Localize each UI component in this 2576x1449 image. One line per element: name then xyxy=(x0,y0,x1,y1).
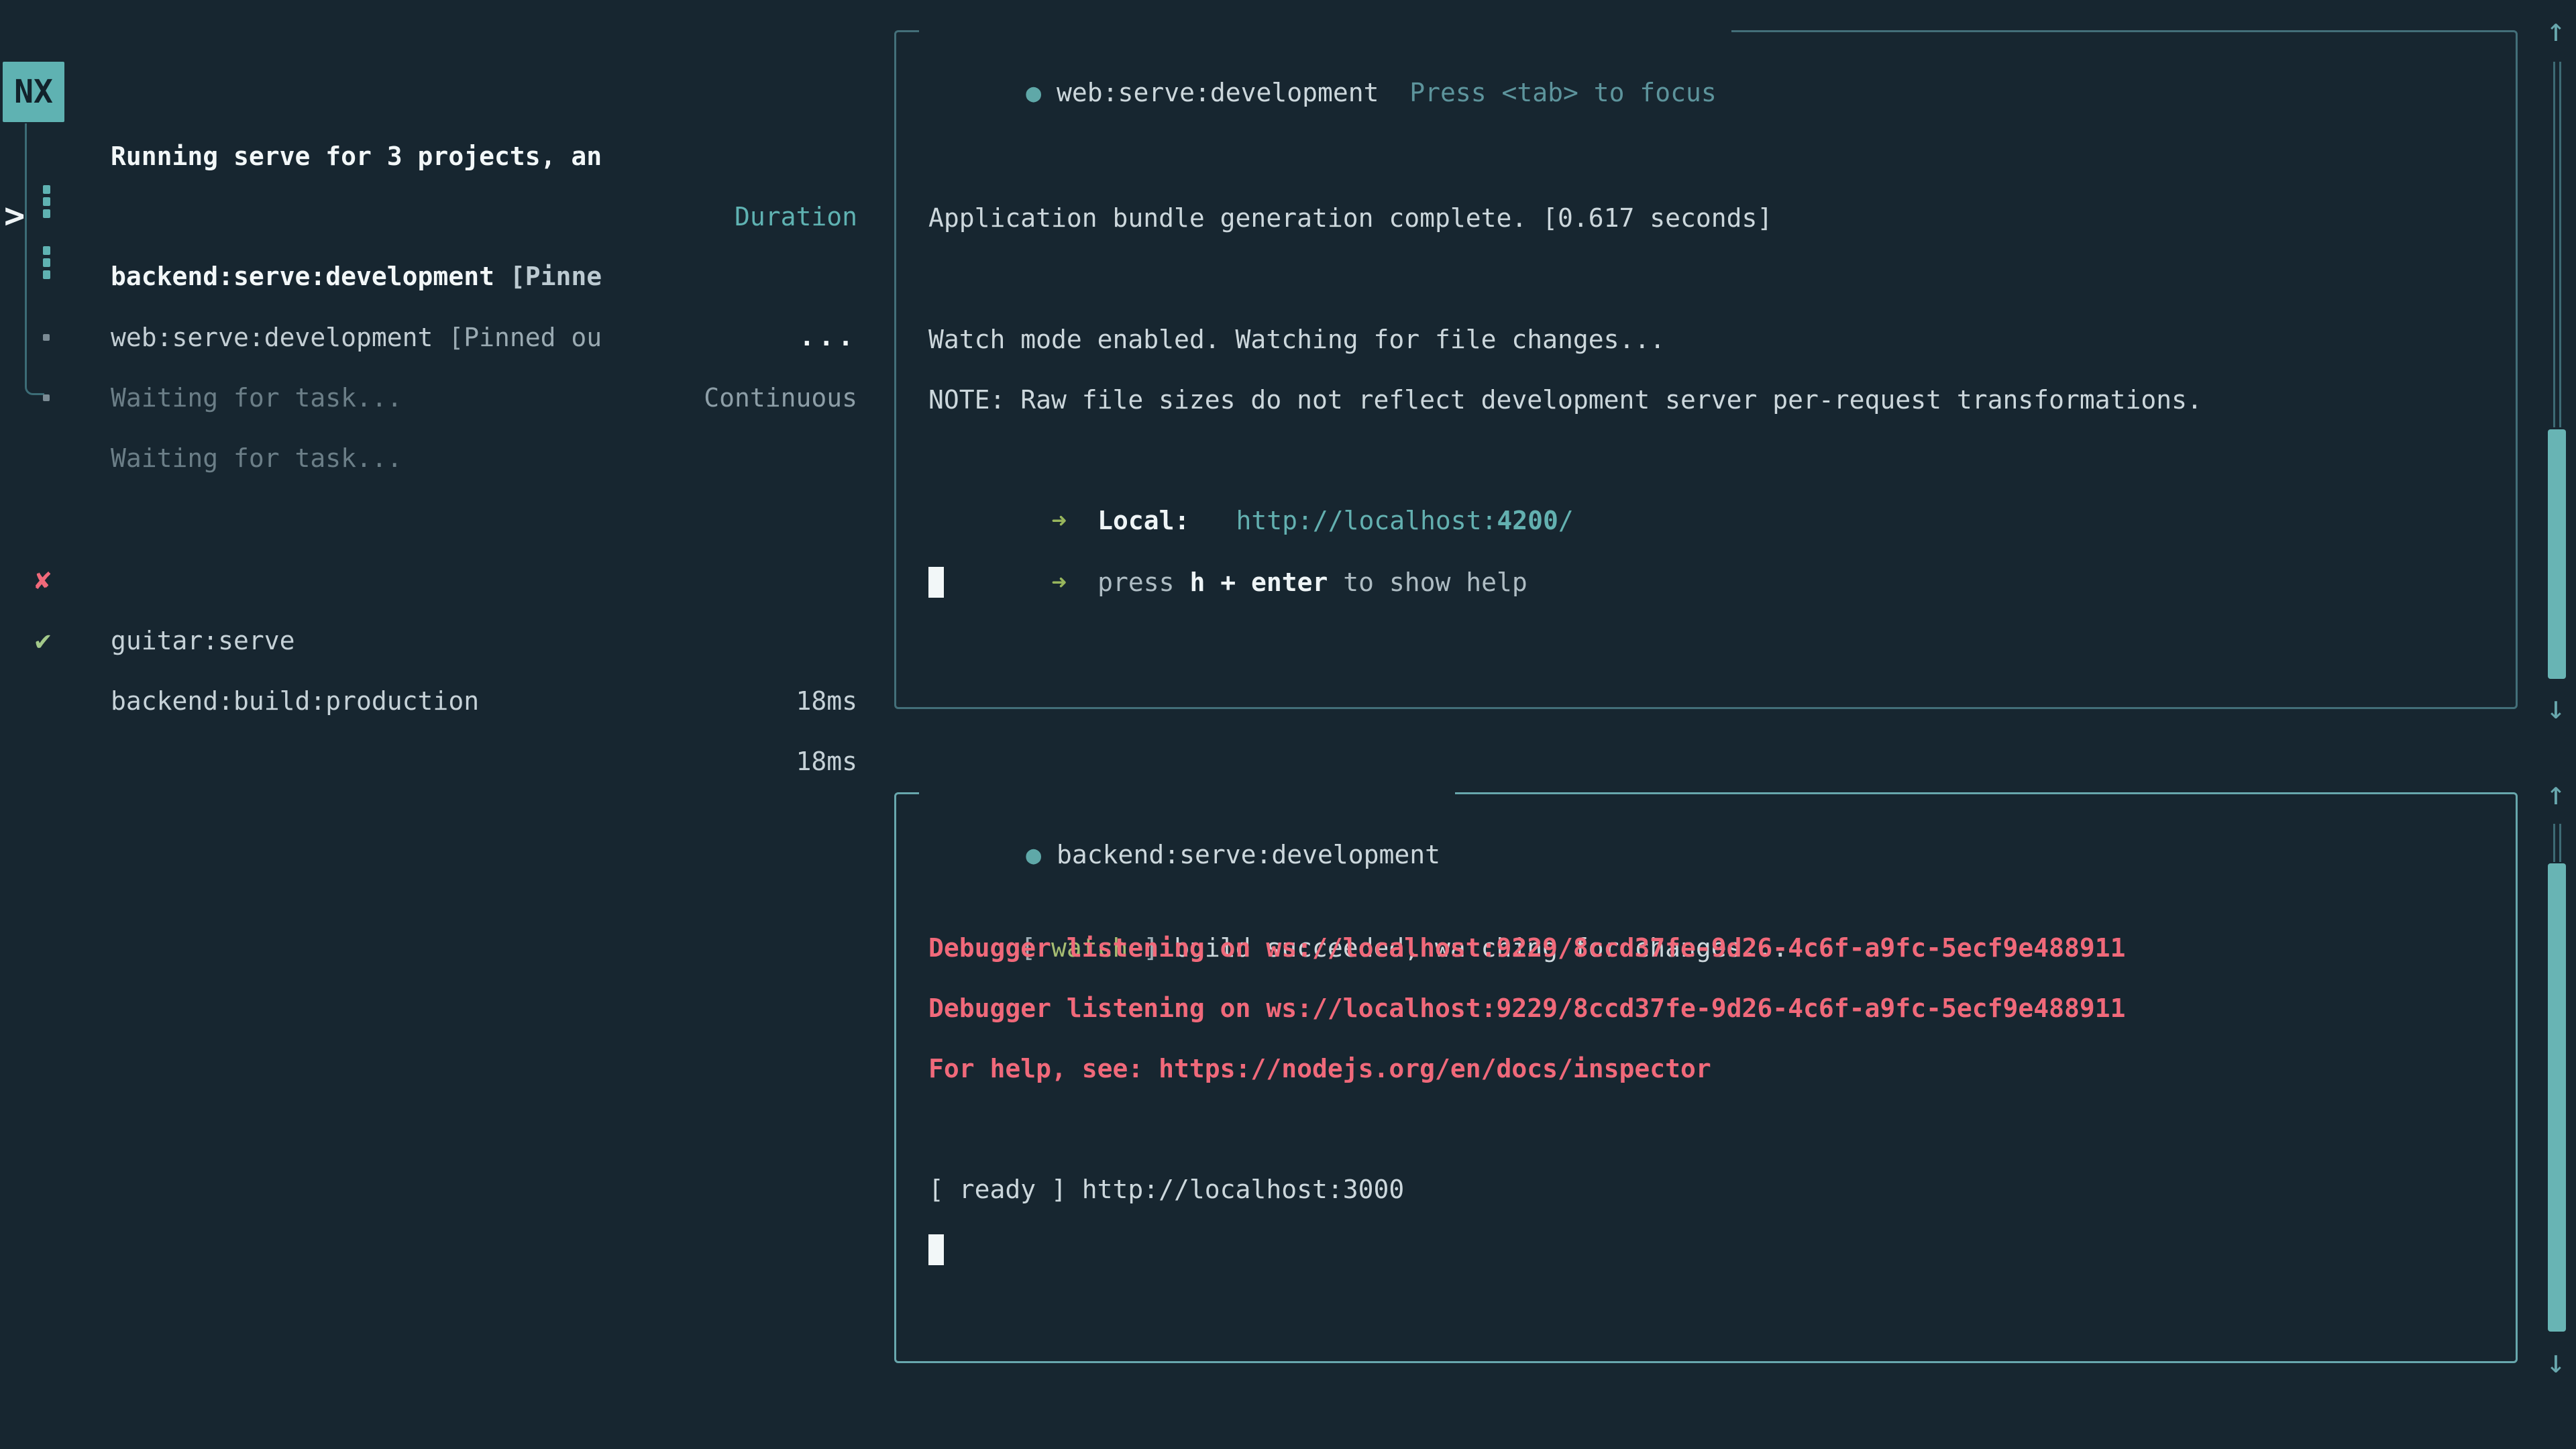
success-check-icon: ✔ xyxy=(35,610,51,671)
log-line-debugger: Debugger listening on ws://localhost:922… xyxy=(928,978,2505,1038)
log-line-help-hint: ➜press h + enter to show help xyxy=(928,492,2505,552)
log-line-ready-url[interactable]: [ ready ] http://localhost:3000 xyxy=(928,1159,2505,1220)
log-line: Watch mode enabled. Watching for file ch… xyxy=(928,309,2505,370)
scroll-up-arrow[interactable]: ↑ xyxy=(2540,0,2572,60)
log-line-watch: [ watch ] build succeeded, watching for … xyxy=(928,857,2505,918)
help-keys: h + enter xyxy=(1189,568,1328,597)
scroll-down-arrow[interactable]: ↓ xyxy=(2540,678,2572,738)
log-line-local-url: ➜Local:http://localhost:4200/ xyxy=(928,430,2505,490)
terminal-cursor xyxy=(928,1234,944,1265)
task-row-waiting[interactable]: Waiting for task... xyxy=(0,368,894,428)
log-line: NOTE: Raw file sizes do not reflect deve… xyxy=(928,370,2505,430)
help-post: to show help xyxy=(1328,568,1527,597)
arrow-icon: ➜ xyxy=(1051,568,1067,597)
pane-header: ● backend:serve:development xyxy=(919,764,1455,824)
scroll-down-arrow[interactable]: ↓ xyxy=(2540,1332,2572,1392)
log-line: Application bundle generation complete. … xyxy=(928,188,2505,248)
task-row-guitar-serve[interactable]: ✘ guitar:serve 18ms xyxy=(0,490,894,550)
log-line-inspector-help: For help, see: https://nodejs.org/en/doc… xyxy=(928,1038,2505,1099)
log-line-debugger: Debugger listening on ws://localhost:922… xyxy=(928,918,2505,978)
task-name: backend:build:production xyxy=(111,671,479,731)
help-pre: press xyxy=(1097,568,1189,597)
task-row-web-serve[interactable]: web:serve:development [Pinned ou Continu… xyxy=(0,247,894,307)
task-name: guitar:serve xyxy=(111,610,295,671)
task-duration: 18ms xyxy=(796,731,857,792)
pane-title: web:serve:development xyxy=(1041,78,1379,107)
task-list-header: Running serve for 3 projects, an Duratio… xyxy=(0,66,894,126)
task-row-waiting[interactable]: Waiting for task... xyxy=(0,307,894,368)
output-pane-backend-serve[interactable]: ● backend:serve:development [ watch ] bu… xyxy=(894,792,2518,1363)
task-row-backend-serve[interactable]: backend:serve:development [Pinne ... xyxy=(0,186,894,246)
task-row-backend-build[interactable]: ✔ backend:build:production 18ms xyxy=(0,550,894,610)
scroll-up-arrow[interactable]: ↑ xyxy=(2540,763,2572,824)
pane-header: ● web:serve:development Press <tab> to f… xyxy=(919,2,1731,62)
focus-hint: Press <tab> to focus xyxy=(1379,78,1717,107)
terminal-cursor xyxy=(928,567,944,598)
status-bar: ← 1/1 → quit: q help: ? xyxy=(0,1338,894,1399)
task-duration: 18ms xyxy=(796,671,857,731)
scrollbar-track[interactable] xyxy=(2553,824,2561,862)
nx-terminal-ui: NX Running serve for 3 projects, an Dura… xyxy=(0,0,2576,1449)
output-pane-web-serve[interactable]: ● web:serve:development Press <tab> to f… xyxy=(894,30,2518,709)
task-name: Waiting for task... xyxy=(111,428,402,488)
scrollbar-track[interactable] xyxy=(2553,62,2561,427)
running-bullet-icon: ● xyxy=(1026,78,1041,107)
task-list-title: Running serve for 3 projects, an xyxy=(111,126,602,186)
scrollbar-thumb[interactable] xyxy=(2548,863,2566,1332)
scrollbar-thumb[interactable] xyxy=(2548,429,2566,679)
